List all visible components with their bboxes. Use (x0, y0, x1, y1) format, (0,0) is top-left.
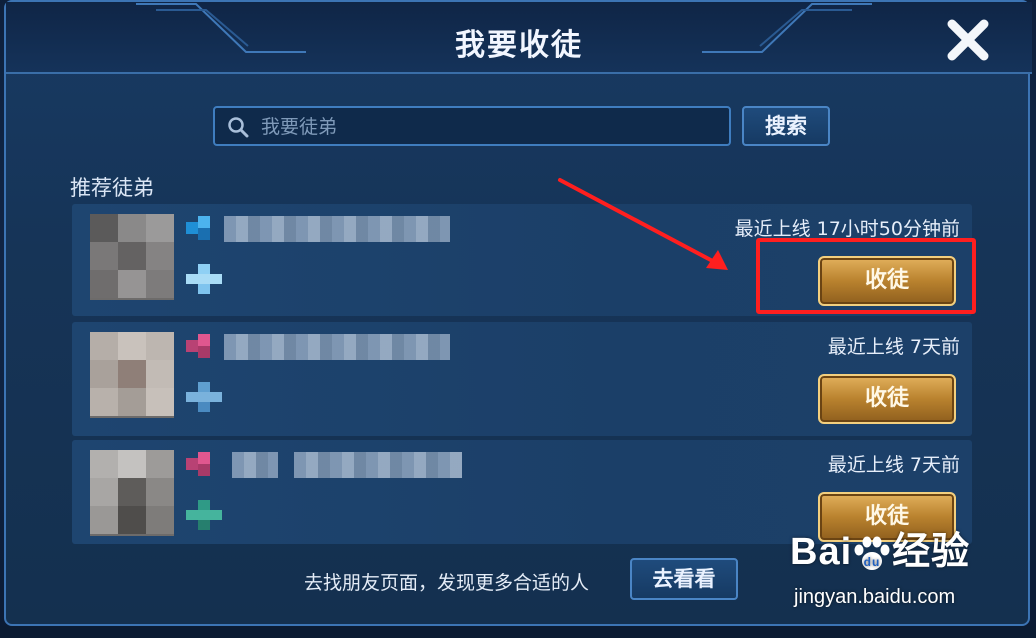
player-name-blurred (224, 216, 450, 242)
baidu-jingyan-watermark: Bai du 经验 jingyan.baidu.com (790, 520, 1010, 620)
search-icon (228, 117, 249, 138)
watermark-brand-suffix: 经验 (892, 531, 971, 573)
game-ui-stage: 我要收徒 搜索 推荐徒弟 (0, 0, 1036, 638)
search-input[interactable] (259, 112, 723, 142)
avatar (90, 332, 174, 418)
tier-badge-icon (186, 500, 222, 530)
player-name-blurred (294, 452, 462, 478)
tier-badge-icon (186, 264, 222, 294)
search-button[interactable]: 搜索 (742, 106, 830, 146)
recruit-button[interactable]: 收徒 (818, 374, 956, 424)
search-field[interactable] (213, 106, 731, 146)
watermark-logo: Bai du 经验 (790, 520, 970, 575)
avatar (90, 450, 174, 536)
rank-badge-icon (186, 216, 210, 240)
close-icon[interactable] (944, 16, 992, 64)
tier-badge-icon (186, 382, 222, 412)
watermark-brand: Bai (790, 531, 853, 573)
paw-logo-icon: du (854, 536, 890, 570)
rank-badge-icon (186, 334, 210, 358)
dialog-title: 我要收徒 (455, 28, 583, 63)
watermark-url: jingyan.baidu.com (794, 586, 956, 608)
last-online-text: 最近上线 7天前 (827, 454, 960, 476)
annotation-highlight-box (756, 238, 976, 314)
svg-text:du: du (864, 555, 881, 569)
recommended-section-label: 推荐徒弟 (70, 176, 154, 200)
footer-hint-text: 去找朋友页面，发现更多合适的人 (304, 572, 590, 594)
last-online-text: 最近上线 7天前 (827, 336, 960, 358)
last-online-text: 最近上线 17小时50分钟前 (734, 218, 960, 240)
background-tab-strip (0, 626, 1036, 638)
candidate-row: 最近上线 7天前 收徒 (72, 322, 972, 436)
annotation-arrow-icon (558, 178, 728, 270)
dialog-header: 我要收徒 (6, 2, 1032, 74)
go-see-button[interactable]: 去看看 (630, 558, 738, 600)
avatar (90, 214, 174, 300)
player-name-blurred (224, 334, 450, 360)
rank-badge-icon (186, 452, 210, 476)
player-name-blurred (232, 452, 278, 478)
